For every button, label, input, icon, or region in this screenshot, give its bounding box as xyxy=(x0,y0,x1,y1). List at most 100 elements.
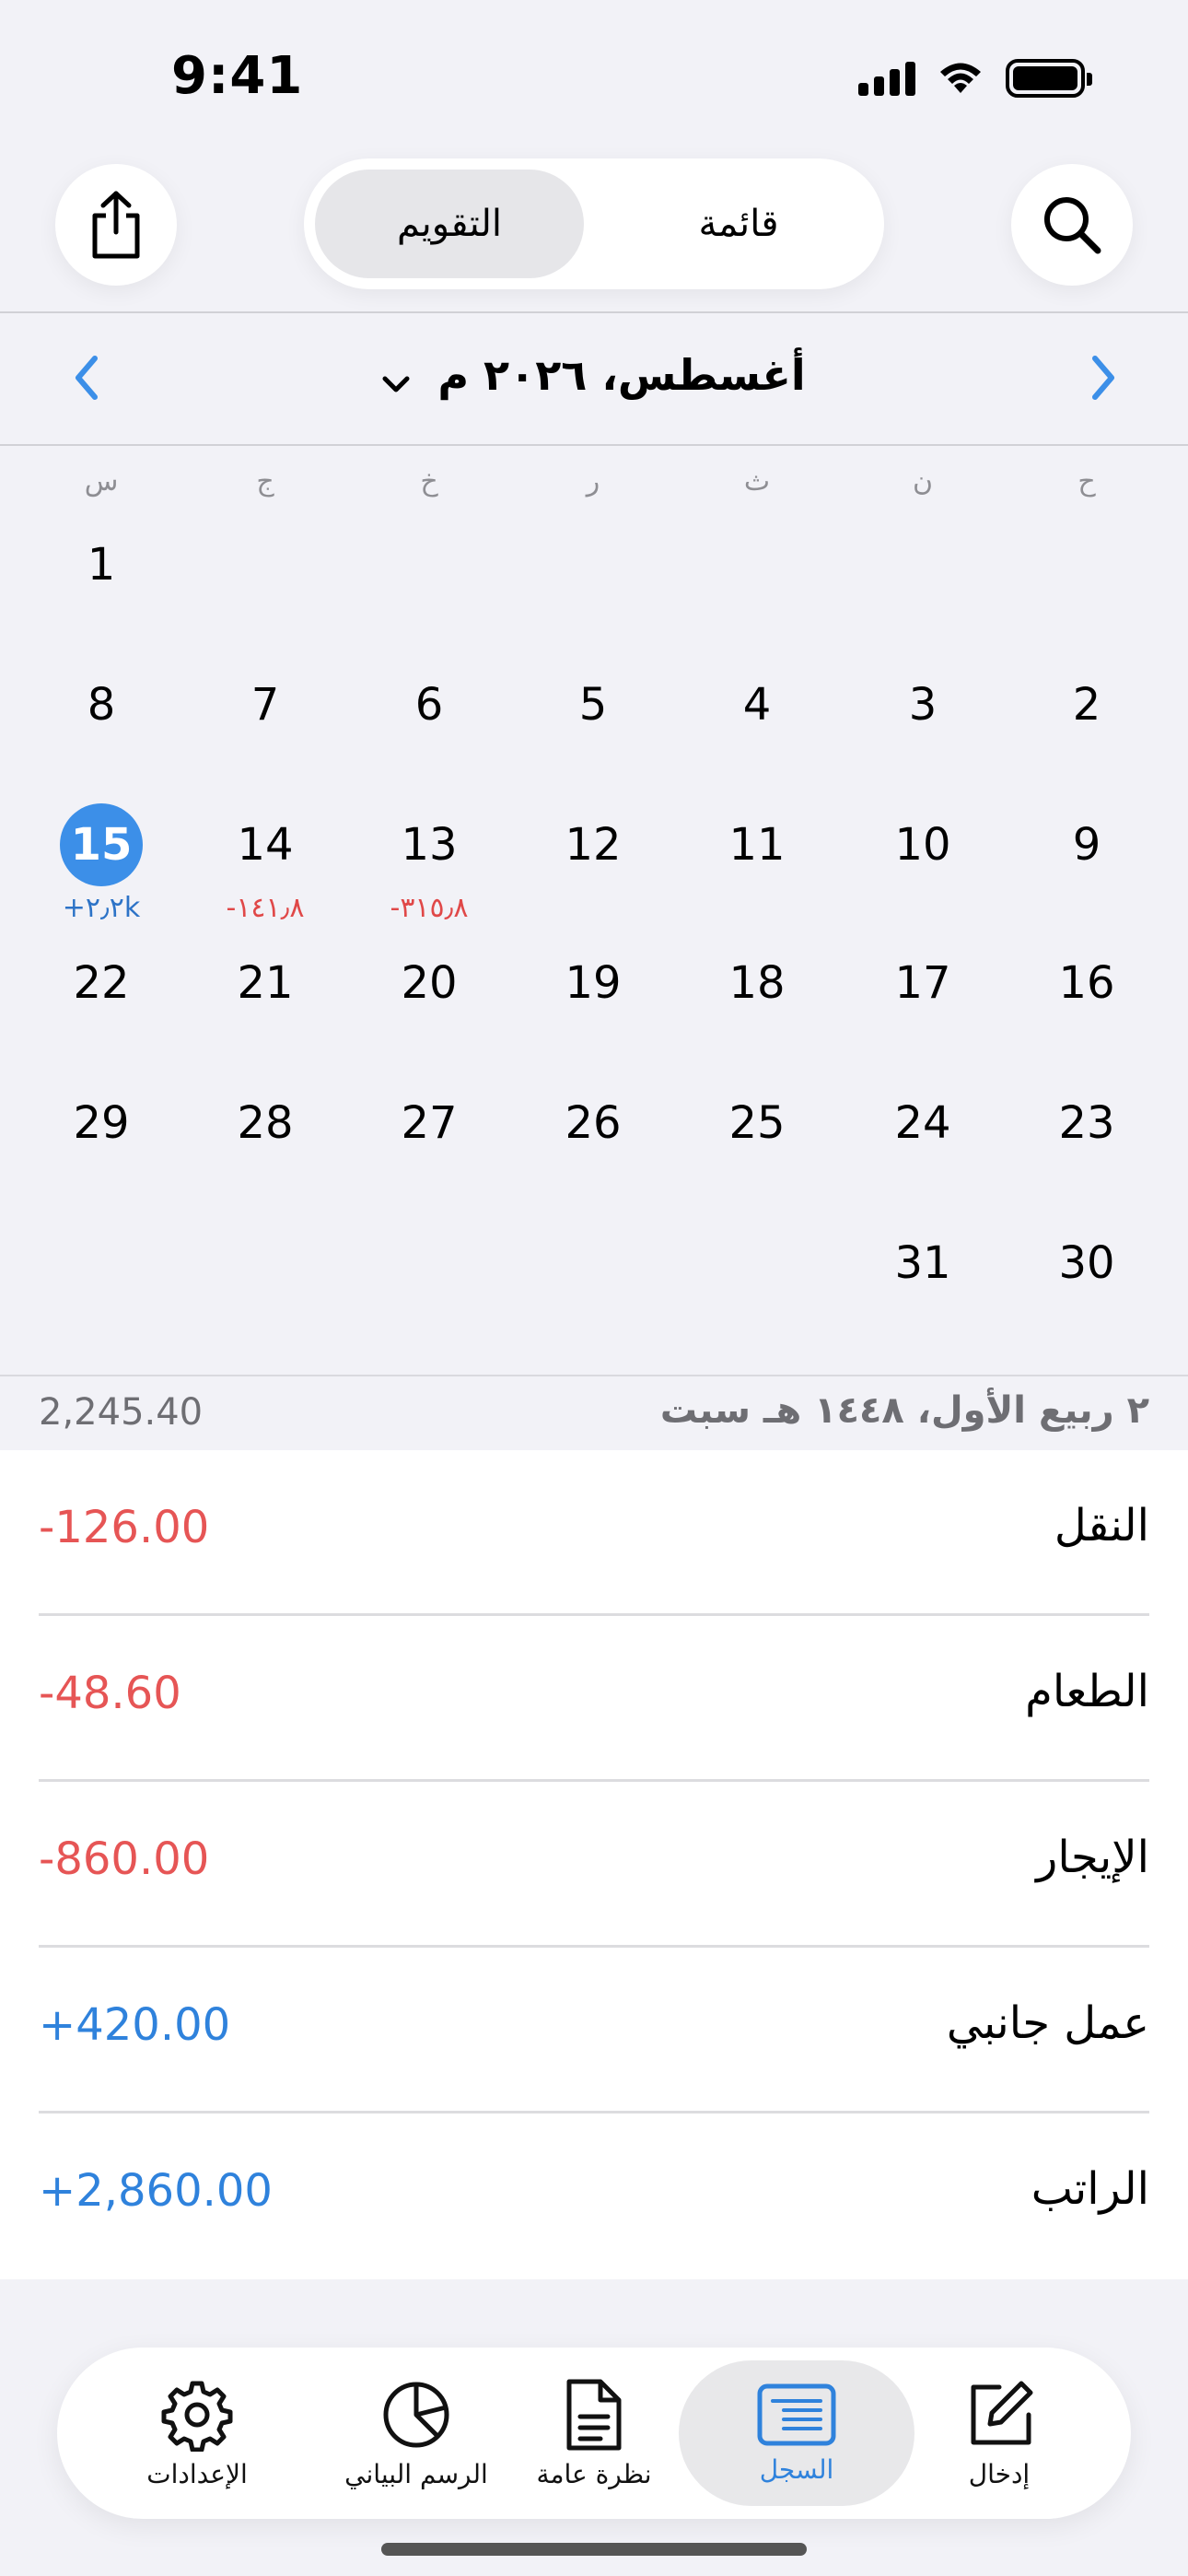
chevron-right-icon xyxy=(1092,356,1114,400)
day-number: 10 xyxy=(894,819,951,871)
tab-log[interactable]: السجل xyxy=(679,2360,914,2506)
calendar-day[interactable]: 19 xyxy=(538,942,648,1043)
calendar-day[interactable]: 30 xyxy=(1031,1222,1142,1323)
tab-entry[interactable]: إدخال xyxy=(881,2360,1117,2506)
transaction-amount: -48.60 xyxy=(39,1668,181,1719)
calendar-day[interactable]: 5 xyxy=(538,663,648,765)
calendar-day[interactable]: 6 xyxy=(374,663,484,765)
segment-list-label: قائمة xyxy=(698,203,779,245)
day-number: 19 xyxy=(565,957,622,1009)
calendar-day[interactable]: 1 xyxy=(46,523,157,625)
calendar-day[interactable]: 21 xyxy=(210,942,320,1043)
transaction-row[interactable]: عمل جانبي +420.00 xyxy=(39,1948,1149,2113)
day-number: 1 xyxy=(87,539,116,591)
calendar-day[interactable]: 11 xyxy=(702,803,812,905)
calendar-day[interactable]: 8 xyxy=(46,663,157,765)
day-number: 4 xyxy=(742,679,772,731)
calendar-day[interactable]: 26 xyxy=(538,1082,648,1183)
calendar-day[interactable]: 31 xyxy=(868,1222,978,1323)
month-picker[interactable]: أغسطس، ٢٠٢٦ م xyxy=(0,350,1188,404)
day-number: 20 xyxy=(401,957,458,1009)
transaction-category: الطعام xyxy=(1025,1666,1149,1717)
gear-icon xyxy=(161,2381,233,2452)
day-amount: -١٤١٫٨ xyxy=(226,892,305,924)
day-number: 17 xyxy=(894,957,951,1009)
calendar-day[interactable]: 24 xyxy=(868,1082,978,1183)
list-icon xyxy=(757,2383,836,2445)
transaction-row[interactable]: الراتب +2,860.00 xyxy=(39,2113,1149,2279)
calendar-day[interactable]: 23 xyxy=(1031,1082,1142,1183)
compose-icon xyxy=(971,2381,1033,2444)
month-title: أغسطس، ٢٠٢٦ م xyxy=(437,350,806,400)
transaction-row[interactable]: النقل -126.00 xyxy=(39,1450,1149,1616)
day-number: 28 xyxy=(237,1097,294,1149)
status-time: 9:41 xyxy=(171,46,304,106)
chevron-down-icon xyxy=(382,354,410,404)
day-number: 22 xyxy=(73,957,130,1009)
calendar-day[interactable]: 29 xyxy=(46,1082,157,1183)
calendar-day[interactable]: 7 xyxy=(210,663,320,765)
transaction-amount: +420.00 xyxy=(39,1999,231,2051)
day-number: 25 xyxy=(728,1097,786,1149)
transaction-list: النقل -126.00 الطعام -48.60 الإيجار -860… xyxy=(0,1450,1188,2279)
calendar-day[interactable]: 27 xyxy=(374,1082,484,1183)
day-amount: +٢٫٢k xyxy=(62,892,141,924)
calendar-day[interactable]: 13 -٣١٥٫٨ xyxy=(374,803,484,924)
day-summary-bar: ٢ ربيع الأول، ١٤٤٨ هـ سبت 2,245.40 xyxy=(0,1375,1188,1450)
tab-settings-label: الإعدادات xyxy=(146,2458,248,2489)
transaction-amount: -126.00 xyxy=(39,1502,210,1553)
share-button[interactable] xyxy=(55,164,177,286)
day-number: 24 xyxy=(894,1097,951,1149)
calendar-day[interactable]: 14 -١٤١٫٨ xyxy=(210,803,320,924)
calendar-day[interactable]: 17 xyxy=(868,942,978,1043)
month-divider xyxy=(0,444,1188,446)
weekday-label: ج xyxy=(256,465,274,498)
day-total: 2,245.40 xyxy=(39,1391,204,1434)
segment-list[interactable]: قائمة xyxy=(604,170,873,278)
transaction-category: النقل xyxy=(1054,1500,1149,1551)
tab-bar: الإعدادات الرسم البياني نظرة عامة السجل … xyxy=(57,2348,1131,2519)
search-button[interactable] xyxy=(1011,164,1133,286)
calendar-day[interactable]: 22 xyxy=(46,942,157,1043)
tab-overview[interactable]: نظرة عامة xyxy=(476,2360,712,2506)
weekday-label: خ xyxy=(420,465,438,498)
calendar-day[interactable]: 10 xyxy=(868,803,978,905)
day-number: 13 xyxy=(401,819,458,871)
calendar-day[interactable]: 28 xyxy=(210,1082,320,1183)
calendar-day[interactable]: 3 xyxy=(868,663,978,765)
weekday-label: ث xyxy=(743,465,771,498)
transaction-category: الراتب xyxy=(1031,2163,1149,2215)
calendar-day[interactable]: 18 xyxy=(702,942,812,1043)
calendar-day[interactable]: 2 xyxy=(1031,663,1142,765)
calendar-day[interactable]: 25 xyxy=(702,1082,812,1183)
calendar-day-selected[interactable]: 15 +٢٫٢k xyxy=(46,803,157,924)
calendar-day[interactable]: 12 xyxy=(538,803,648,905)
tab-settings[interactable]: الإعدادات xyxy=(79,2360,315,2506)
document-icon xyxy=(566,2379,622,2450)
cellular-signal-icon xyxy=(858,61,915,96)
day-number: 5 xyxy=(578,679,608,731)
segment-calendar-label: التقويم xyxy=(396,203,503,245)
tab-log-label: السجل xyxy=(759,2453,834,2485)
weekday-row: ح ن ث ر خ ج س xyxy=(0,465,1188,511)
day-number: 2 xyxy=(1072,679,1101,731)
search-icon xyxy=(1044,197,1101,254)
day-number: 9 xyxy=(1072,819,1101,871)
transaction-row[interactable]: الإيجار -860.00 xyxy=(39,1782,1149,1948)
day-number: 18 xyxy=(728,957,786,1009)
day-number: 8 xyxy=(87,679,116,731)
calendar-day[interactable]: 4 xyxy=(702,663,812,765)
calendar-day[interactable]: 20 xyxy=(374,942,484,1043)
day-number: 30 xyxy=(1058,1237,1115,1289)
day-number: 7 xyxy=(250,679,280,731)
calendar-day[interactable]: 16 xyxy=(1031,942,1142,1043)
day-number: 6 xyxy=(414,679,444,731)
day-number: 31 xyxy=(894,1237,951,1289)
next-month-button[interactable] xyxy=(1076,350,1131,405)
status-bar: 9:41 xyxy=(0,0,1188,157)
segment-calendar[interactable]: التقويم xyxy=(315,170,584,278)
calendar-day[interactable]: 9 xyxy=(1031,803,1142,905)
transaction-row[interactable]: الطعام -48.60 xyxy=(39,1616,1149,1782)
tab-overview-label: نظرة عامة xyxy=(536,2458,652,2489)
tab-entry-label: إدخال xyxy=(968,2458,1031,2489)
